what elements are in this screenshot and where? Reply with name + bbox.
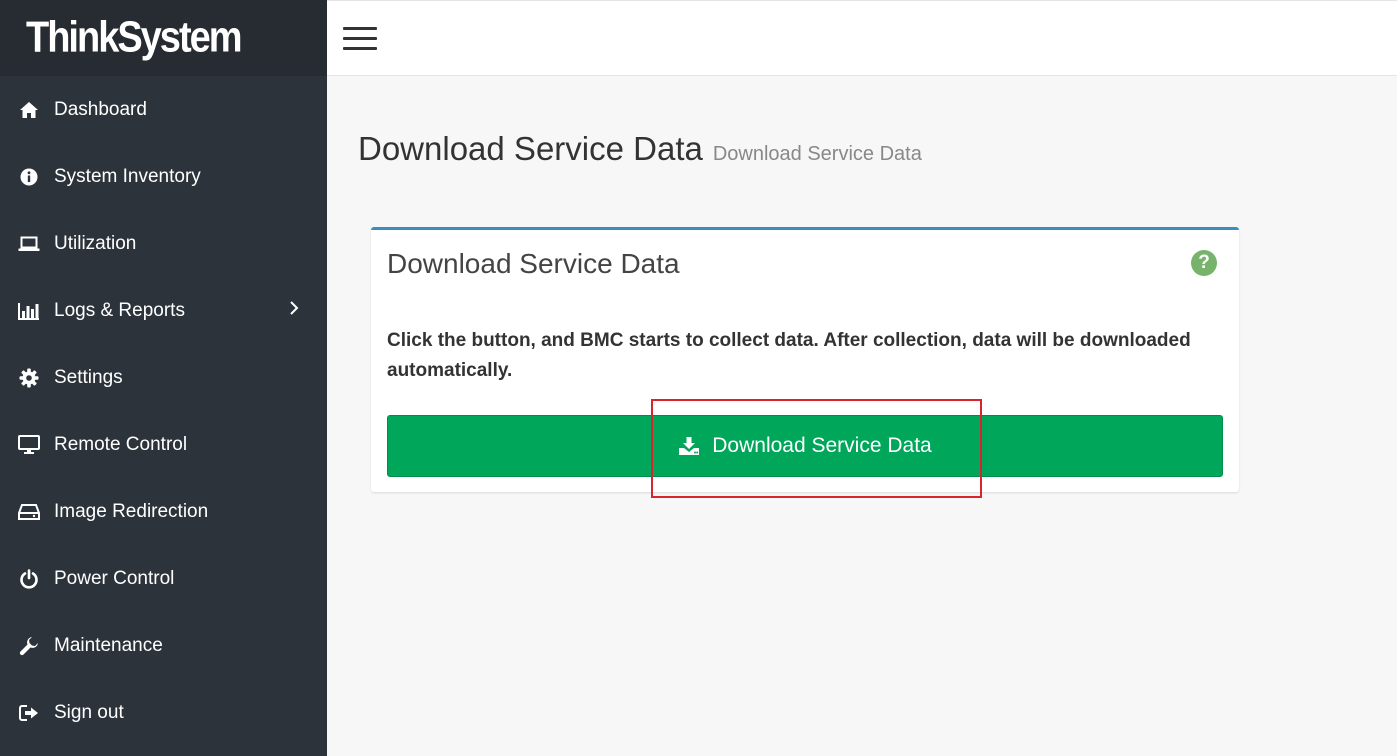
top-bar — [327, 0, 1397, 76]
sidebar-item-label: Remote Control — [54, 433, 188, 455]
sidebar-item-label: Image Redirection — [54, 500, 209, 522]
download-service-data-panel: Download Service Data ? Click the button… — [371, 227, 1239, 492]
help-icon[interactable]: ? — [1191, 250, 1217, 276]
sidebar-item-label: Settings — [54, 366, 123, 388]
gear-icon — [18, 367, 40, 389]
sidebar-item-label: Utilization — [54, 232, 137, 254]
sidebar-item-utilization[interactable]: Utilization — [0, 210, 327, 277]
sidebar-item-system-inventory[interactable]: System Inventory — [0, 143, 327, 210]
sidebar-item-dashboard[interactable]: Dashboard — [0, 76, 327, 143]
sidebar-item-settings[interactable]: Settings — [0, 344, 327, 411]
sidebar-item-logs-reports[interactable]: Logs & Reports — [0, 277, 327, 344]
download-service-data-button[interactable]: Download Service Data — [387, 415, 1223, 477]
chevron-right-icon — [289, 299, 299, 321]
sidebar-item-label: Logs & Reports — [54, 299, 185, 321]
sidebar-item-maintenance[interactable]: Maintenance — [0, 612, 327, 679]
sidebar-item-power-control[interactable]: Power Control — [0, 545, 327, 612]
sidebar-item-label: Dashboard — [54, 98, 147, 120]
sidebar-item-sign-out[interactable]: Sign out — [0, 679, 327, 746]
sidebar-item-remote-control[interactable]: Remote Control — [0, 411, 327, 478]
sidebar-item-label: Sign out — [54, 701, 124, 723]
info-icon — [18, 166, 40, 188]
page-title: Download Service Data Download Service Da… — [358, 130, 922, 168]
home-icon — [18, 99, 40, 121]
page-title-text: Download Service Data — [358, 130, 703, 167]
logo-text: ThinkSystem — [26, 13, 243, 62]
logo[interactable]: ThinkSystem — [0, 0, 327, 76]
menu-toggle-icon[interactable] — [343, 27, 377, 51]
download-icon — [678, 436, 700, 456]
bar-chart-icon — [18, 300, 40, 322]
download-button-label: Download Service Data — [712, 434, 932, 457]
sidebar-item-label: Power Control — [54, 567, 175, 589]
wrench-icon — [18, 635, 40, 657]
sidebar: ThinkSystem Dashboard System Inventory U… — [0, 0, 327, 756]
sidebar-item-image-redirection[interactable]: Image Redirection — [0, 478, 327, 545]
panel-description: Click the button, and BMC starts to coll… — [387, 330, 1191, 381]
sidebar-item-label: Maintenance — [54, 634, 163, 656]
panel-title: Download Service Data — [387, 248, 680, 279]
page-subtitle: Download Service Data — [712, 143, 922, 165]
power-icon — [18, 568, 40, 590]
sidebar-item-label: System Inventory — [54, 165, 201, 187]
drive-icon — [18, 501, 40, 523]
sign-out-icon — [18, 702, 40, 724]
laptop-icon — [18, 233, 40, 255]
monitor-icon — [18, 434, 40, 456]
